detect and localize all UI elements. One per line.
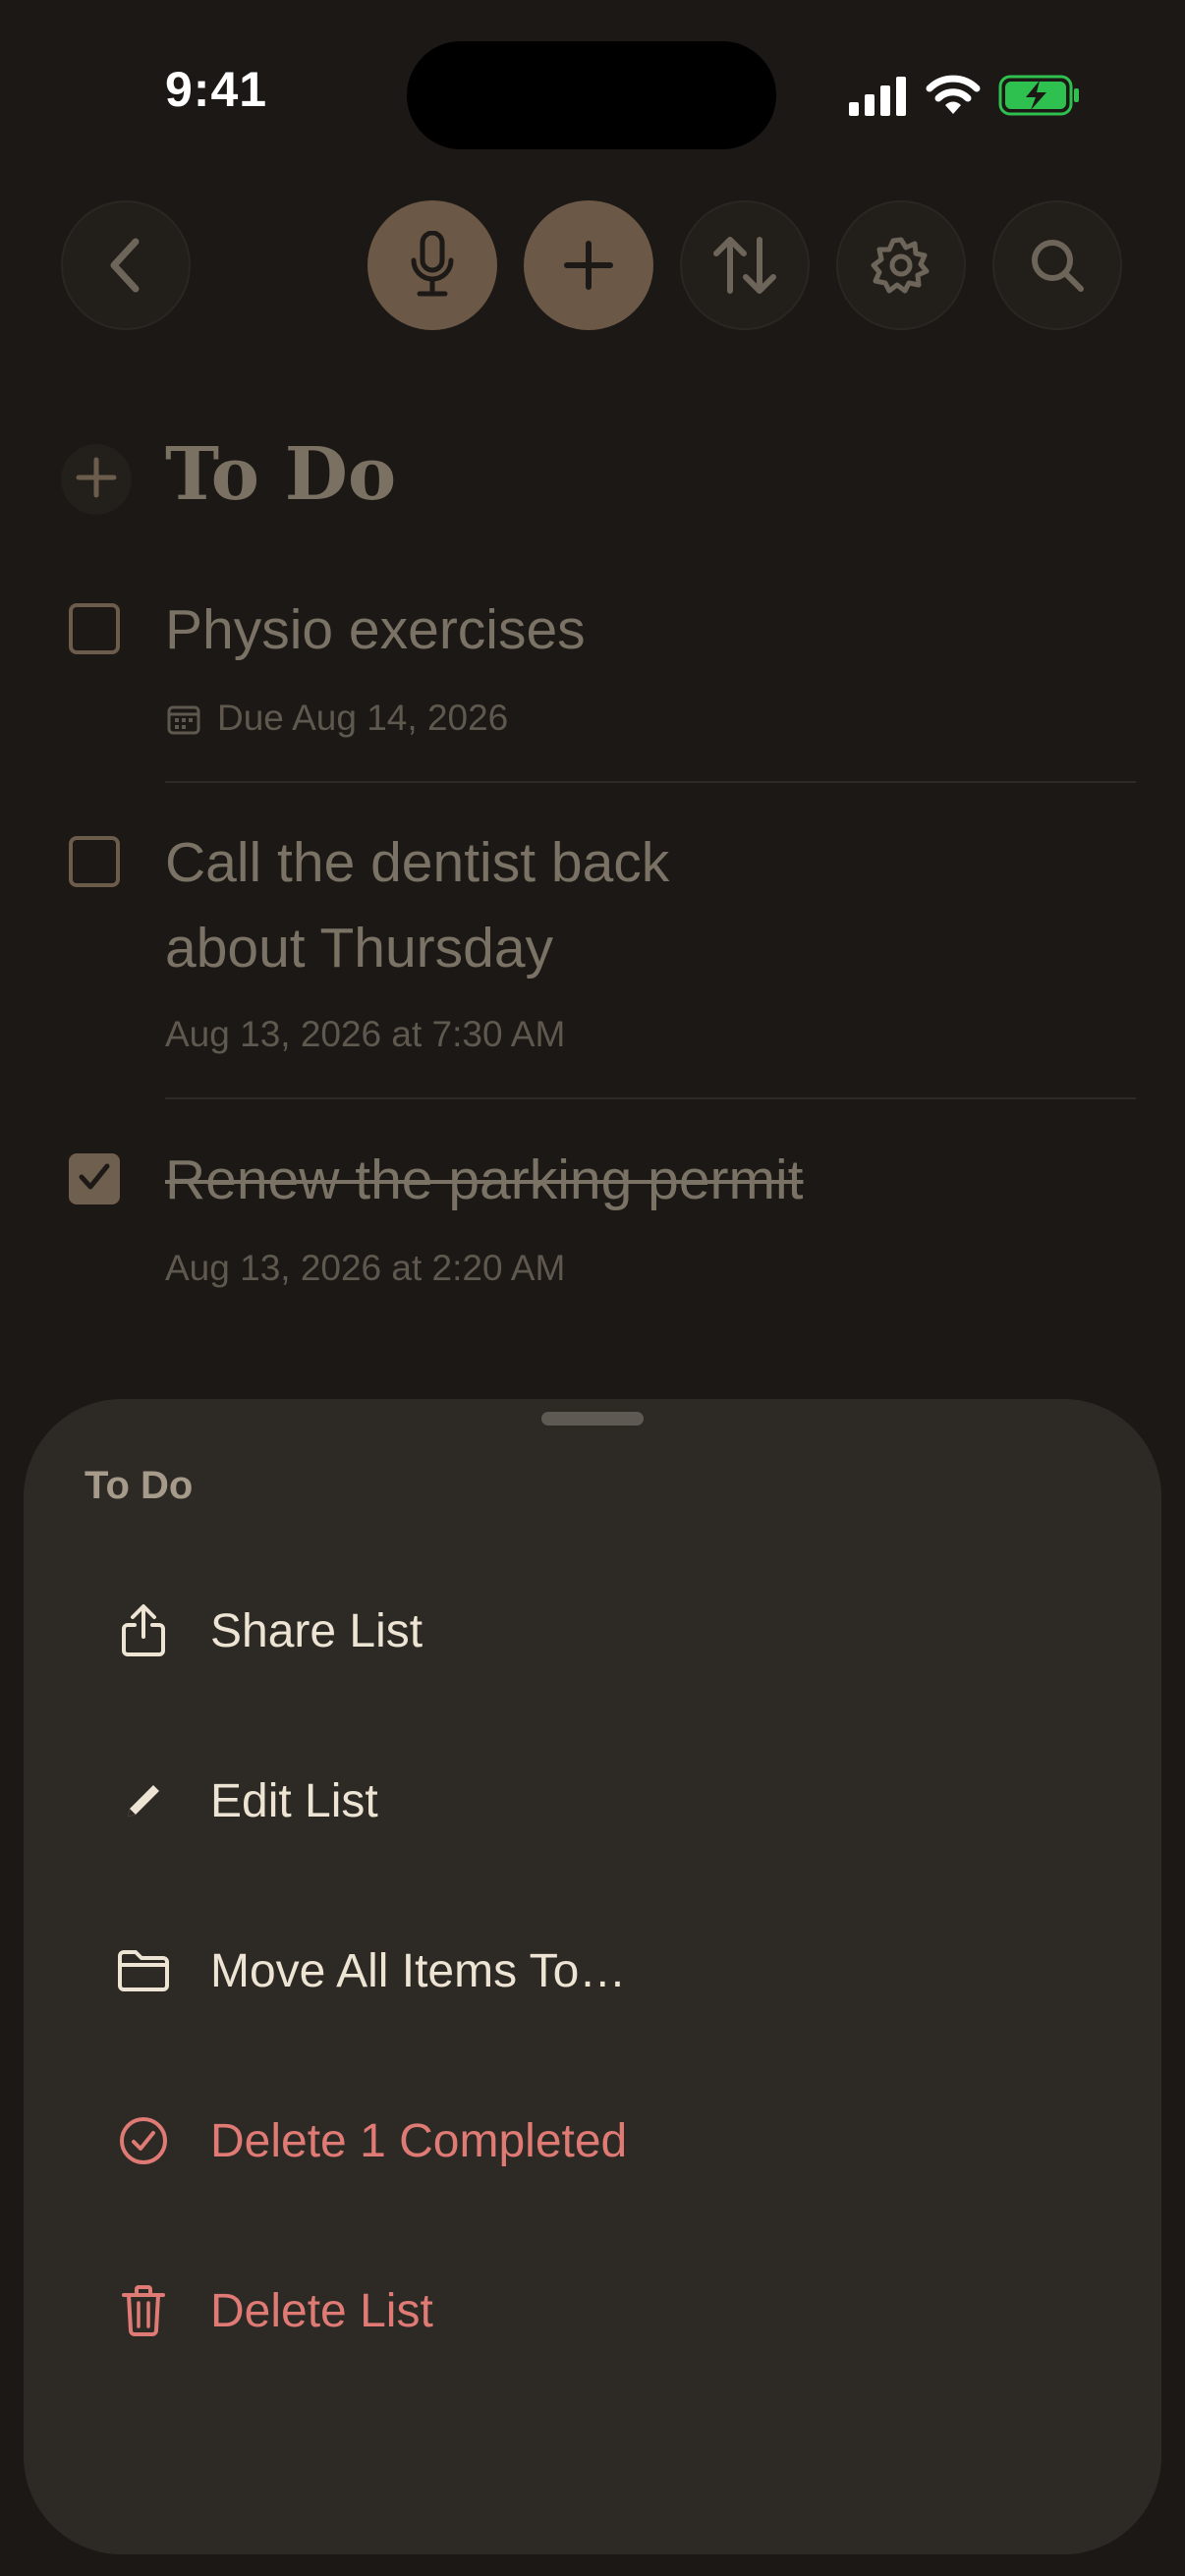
item-title-completed[interactable]: Renew the parking permit bbox=[165, 1138, 804, 1223]
wifi-icon bbox=[926, 73, 981, 120]
delete-completed-action[interactable]: Delete 1 Completed bbox=[108, 2082, 1091, 2200]
sort-button[interactable] bbox=[680, 200, 810, 330]
share-icon bbox=[108, 1596, 179, 1666]
search-icon bbox=[1028, 236, 1087, 295]
gear-icon bbox=[870, 234, 932, 297]
add-to-list-button[interactable] bbox=[61, 444, 132, 515]
delete-list-label: Delete List bbox=[210, 2284, 433, 2337]
calendar-icon bbox=[167, 703, 200, 739]
item-timestamp: Aug 13, 2026 at 2:20 AM bbox=[165, 1248, 566, 1288]
status-time: 9:41 bbox=[165, 62, 268, 117]
item-timestamp: Aug 13, 2026 at 7:30 AM bbox=[165, 1014, 566, 1054]
page-title: To Do bbox=[165, 432, 397, 517]
item-checkbox[interactable] bbox=[69, 836, 120, 887]
delete-list-action[interactable]: Delete List bbox=[108, 2252, 1091, 2370]
plus-icon bbox=[75, 456, 118, 503]
edit-list-label: Edit List bbox=[210, 1774, 378, 1827]
trash-icon bbox=[108, 2275, 179, 2346]
item-checkbox[interactable] bbox=[69, 603, 120, 654]
move-all-items-label: Move All Items To… bbox=[210, 1944, 627, 1997]
checkmark-icon bbox=[78, 1162, 111, 1196]
cellular-signal-icon bbox=[849, 77, 906, 120]
item-title-line-1[interactable]: Call the dentist back bbox=[165, 820, 669, 906]
sort-arrows-icon bbox=[710, 234, 779, 297]
divider bbox=[165, 781, 1136, 783]
search-button[interactable] bbox=[992, 200, 1122, 330]
add-item-button[interactable] bbox=[524, 200, 653, 330]
app-screen: 9:41 To Do Physio exercises Due Aug 14, … bbox=[0, 0, 1185, 2576]
battery-charging-icon bbox=[998, 75, 1081, 120]
divider bbox=[165, 1097, 1136, 1099]
plus-icon bbox=[561, 238, 616, 293]
checkmark-circle-icon bbox=[108, 2105, 179, 2176]
item-checkbox-checked[interactable] bbox=[69, 1153, 120, 1204]
sheet-title: To Do bbox=[85, 1464, 194, 1507]
chevron-left-icon bbox=[106, 236, 145, 295]
pencil-icon bbox=[108, 1765, 179, 1836]
share-list-action[interactable]: Share List bbox=[108, 1572, 1091, 1690]
delete-completed-label: Delete 1 Completed bbox=[210, 2114, 628, 2167]
item-due-date: Due Aug 14, 2026 bbox=[217, 698, 509, 738]
sheet-grabber[interactable] bbox=[541, 1412, 644, 1426]
folder-icon bbox=[108, 1935, 179, 2006]
item-title[interactable]: Physio exercises bbox=[165, 588, 586, 673]
dynamic-island bbox=[407, 41, 776, 149]
back-button[interactable] bbox=[61, 200, 191, 330]
move-all-items-action[interactable]: Move All Items To… bbox=[108, 1912, 1091, 2030]
settings-button[interactable] bbox=[836, 200, 966, 330]
edit-list-action[interactable]: Edit List bbox=[108, 1742, 1091, 1860]
voice-input-button[interactable] bbox=[367, 200, 497, 330]
microphone-icon bbox=[408, 231, 457, 300]
share-list-label: Share List bbox=[210, 1604, 423, 1657]
item-title-line-2[interactable]: about Thursday bbox=[165, 906, 553, 991]
